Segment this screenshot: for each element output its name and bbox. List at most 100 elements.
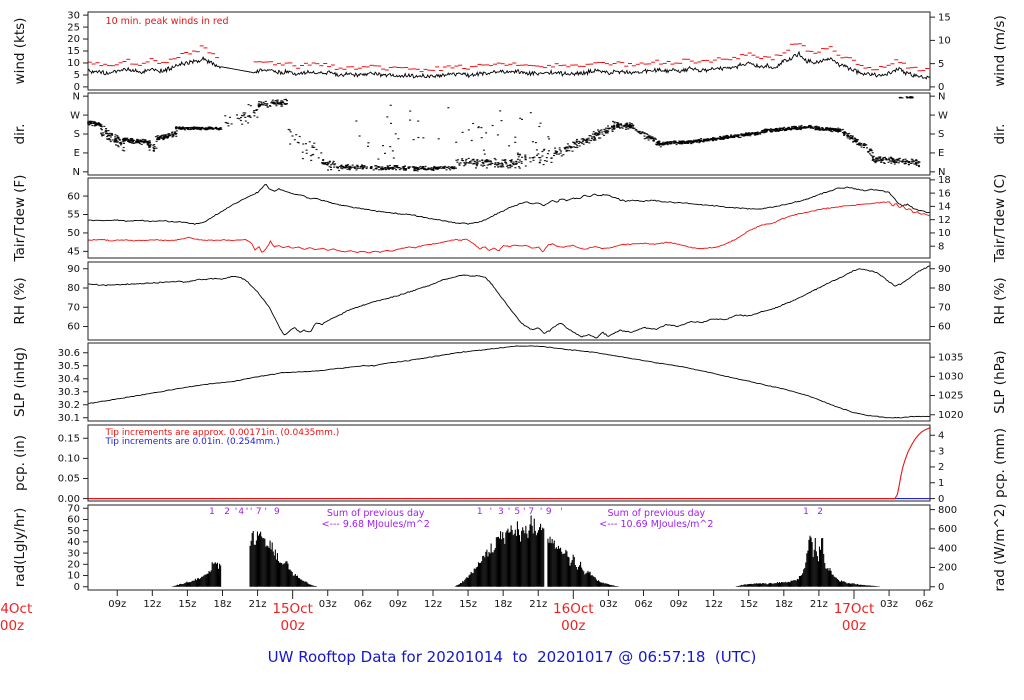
rad-sum-marker: ' [490, 507, 492, 517]
rad-right-tick-label: 600 [938, 524, 957, 535]
rad-left-tick-label: 40 [67, 537, 80, 548]
x-tick-label: 12z [424, 599, 442, 610]
slp-right-tick-label: 1020 [938, 410, 963, 421]
dir-left-tick-label: E [74, 148, 80, 159]
rad-left-tick-label: 10 [67, 571, 80, 582]
rh-left-tick-label: 70 [67, 302, 80, 313]
x-date-label-z: 00z [0, 618, 24, 634]
temp-left-tick-label: 55 [67, 210, 80, 221]
rh-left-tick-label: 60 [67, 322, 80, 333]
temp-right-tick-label: 10 [938, 228, 951, 239]
rh-right-tick-label: 80 [938, 283, 951, 294]
panel-temp: 45 50 55 60 8 10 12 14 16 18 Tair/Tdew (F) Tair/Tde… [12, 174, 1008, 264]
dir-left-tick-label: W [70, 110, 80, 121]
pcp-left-tick-label: 0.05 [58, 474, 80, 485]
rad-sum-marker: 9 [546, 507, 552, 517]
rad-sum-marker: 7 [256, 507, 262, 517]
x-date-label: 14Oct [0, 601, 32, 617]
temp-line-series [87, 201, 931, 254]
rh-right-axis-label: RH (%) [992, 277, 1008, 324]
rad-sum-marker: ' [235, 507, 237, 517]
temp-right-tick-label: 18 [938, 175, 951, 186]
dir-right-axis-label: dir. [992, 124, 1008, 145]
x-tick-label: 06z [354, 599, 372, 610]
panel-pcp: 0.000.050.100.1501234pcp. (in) pcp. (mm)T… [12, 424, 1008, 505]
dir-scatter-series [87, 96, 921, 172]
rh-left-tick-label: 90 [67, 264, 80, 275]
rad-sum-marker: ' [523, 507, 525, 517]
slp-frame [87, 342, 931, 422]
slp-left-axis-label: SLP (inHg) [12, 347, 28, 417]
rad-sum-marker: ' [560, 507, 562, 517]
chart-canvas: 0 5 10 15 20 25 30 0 5 10 15 wind (kts) wind (m/s) 10… [0, 0, 1024, 645]
wind-annotation-0: 10 min. peak winds in red [106, 16, 229, 27]
rad-sum-marker: ' [250, 507, 252, 517]
temp-right-tick-label: 12 [938, 215, 951, 226]
pcp-right-tick-label: 0 [938, 494, 944, 505]
rad-sum-marker: ' [246, 507, 248, 517]
temp-right-tick-label: 16 [938, 188, 951, 199]
dir-left-tick-label: S [74, 129, 80, 140]
rad-bars-series [171, 515, 881, 587]
wind-right-axis-label: wind (m/s) [992, 15, 1008, 86]
slp-left-tick-label: 30.3 [58, 387, 80, 398]
slp-left-tick-label: 30.2 [58, 400, 80, 411]
slp-right-tick-label: 1030 [938, 372, 963, 383]
temp-frame [87, 177, 931, 259]
rh-left-tick-label: 80 [67, 283, 80, 294]
x-tick-label: 21z [249, 599, 267, 610]
x-tick-label: 09z [389, 599, 407, 610]
rad-sum-marker: 2 [817, 507, 823, 517]
wind-right-tick-label: 5 [938, 59, 944, 70]
temp-left-tick-label: 60 [67, 191, 80, 202]
slp-line-series [87, 345, 931, 419]
slp-left-tick-label: 30.4 [58, 374, 80, 385]
temp-left-tick-label: 50 [67, 228, 80, 239]
x-axis: 09z 12z 15z 18z 21z 03z 06z 09z 12z 15z 18z 21z 03z 0… [0, 590, 933, 634]
rad-annotation-1: <--- 9.68 MJoules/m^2 [322, 519, 430, 530]
rh-frame [87, 261, 931, 341]
wind-right-tick-label: 10 [938, 36, 951, 47]
rad-sum-marker: 1 [209, 507, 215, 517]
temp-right-axis-label: Tair/Tdew (C) [992, 174, 1008, 264]
slp-right-tick-label: 1035 [938, 352, 963, 363]
rad-sum-marker: 2 [224, 507, 230, 517]
slp-left-tick-label: 30.1 [58, 413, 80, 424]
slp-right-tick-label: 1025 [938, 391, 963, 402]
dir-left-axis-label: dir. [12, 124, 28, 145]
slp-left-tick-label: 30.5 [58, 361, 80, 372]
x-tick-label: 18z [494, 599, 512, 610]
rad-sum-marker: 9 [274, 507, 280, 517]
dir-right-tick-label: S [938, 129, 944, 140]
x-date-label: 17Oct [834, 601, 875, 617]
pcp-right-tick-label: 2 [938, 462, 944, 473]
rad-left-tick-label: 60 [67, 515, 80, 526]
rad-sum-marker: ' [265, 507, 267, 517]
rad-left-tick-label: 0 [74, 582, 80, 593]
pcp-left-axis-label: pcp. (in) [12, 435, 28, 491]
temp-right-tick-label: 8 [938, 241, 944, 252]
x-tick-label: 03z [880, 599, 898, 610]
chart-svg: 051015202530051015wind (kts) wind (m/s)10… [0, 10, 1008, 634]
wind-left-tick-label: 20 [67, 34, 80, 45]
uw-rooftop-weather-page: 0 5 10 15 20 25 30 0 5 10 15 wind (kts) wind (m/s) 10… [0, 0, 1024, 700]
x-tick-label: 03z [319, 599, 337, 610]
pcp-annotation-1: Tip increments are 0.01in. (0.254mm.) [105, 437, 280, 447]
dir-right-tick-label: N [938, 91, 945, 102]
pcp-right-tick-label: 1 [938, 478, 944, 489]
temp-right-tick-label: 14 [938, 202, 951, 213]
rad-right-tick-label: 0 [938, 582, 944, 593]
x-tick-label: 06z [915, 599, 933, 610]
wind-line-series [87, 50, 931, 80]
rh-left-axis-label: RH (%) [12, 277, 28, 324]
pcp-left-tick-label: 0.15 [58, 433, 80, 444]
rad-left-tick-label: 20 [67, 560, 80, 571]
x-date-label-z: 00z [561, 618, 585, 634]
pcp-right-axis-label: pcp. (mm) [992, 428, 1008, 498]
wind-left-tick-label: 5 [74, 70, 80, 81]
panel-wind: 051015202530051015wind (kts) wind (m/s)10… [12, 10, 1008, 93]
x-date-label-z: 00z [281, 618, 305, 634]
x-tick-label: 18z [775, 599, 793, 610]
x-tick-label: 15z [740, 599, 758, 610]
panel-rh: 60 70 80 90 60 70 80 90 RH (%) RH (%) [12, 261, 1008, 341]
